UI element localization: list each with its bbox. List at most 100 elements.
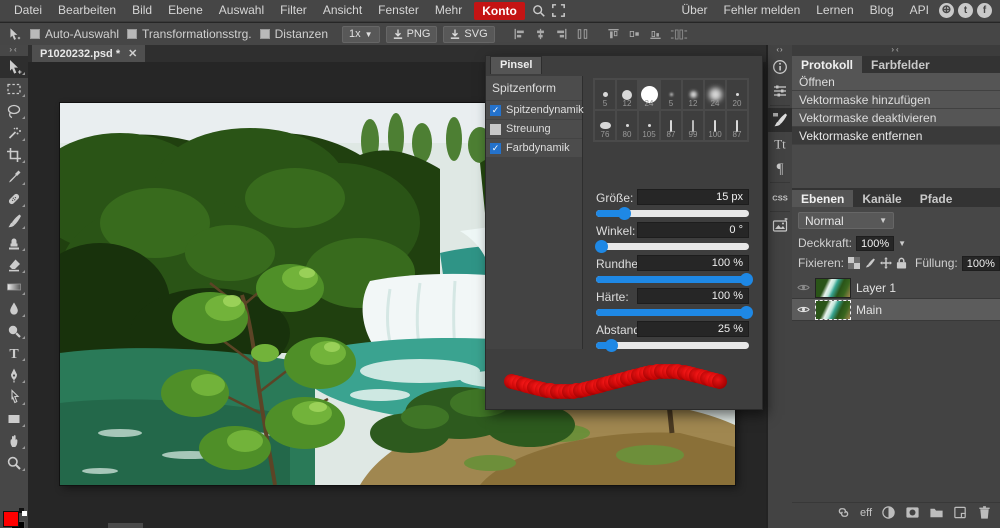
export-svg-button[interactable]: SVG [443,26,494,43]
slider-thumb[interactable] [595,240,608,253]
slider-thumb[interactable] [740,273,753,286]
lock-pixels-icon[interactable] [864,257,876,270]
brush-preset-24[interactable]: 24 [638,79,660,110]
align-center-icon[interactable] [534,28,547,40]
history-step[interactable]: Vektormaske deaktivieren [792,109,1000,127]
option-transformationsstrg[interactable]: Transformationsstrg. [127,27,252,41]
brush-preset-105[interactable]: 105 [638,110,660,141]
type-tool[interactable]: T [0,342,28,364]
distribute-v-icon[interactable] [670,29,688,40]
brush-preset-12[interactable]: 12 [616,79,638,110]
brush-preset-100[interactable]: 100 [704,110,726,141]
move-tool[interactable] [0,56,28,78]
brush-preset-87[interactable]: 87 [726,110,748,141]
slider-thumb[interactable] [605,339,618,352]
brush-preset-20[interactable]: 20 [726,79,748,110]
distribute-h-icon[interactable] [576,28,589,40]
brush-preset-12[interactable]: 12 [682,79,704,110]
folder-icon[interactable] [929,505,944,520]
menu-filter[interactable]: Filter [272,0,315,21]
toggle-streuung[interactable]: Streuung [486,120,582,138]
link-api[interactable]: API [904,0,935,21]
slider-track[interactable] [596,210,749,217]
opacity-dropdown-icon[interactable]: ▼ [898,239,906,248]
slider-thumb[interactable] [740,306,753,319]
menu-mehr[interactable]: Mehr [427,0,470,21]
menu-ebene[interactable]: Ebene [160,0,211,21]
pen-tool[interactable] [0,364,28,386]
delete-icon[interactable] [977,505,992,520]
checkbox-icon[interactable]: ✓ [490,105,501,116]
hand-tool[interactable] [0,430,28,452]
align-bottom-icon[interactable] [649,28,662,40]
brush-tool[interactable] [0,210,28,232]
history-step[interactable]: Vektormaske entfernen [792,127,1000,145]
slider-value-input[interactable]: 100 % [637,288,749,304]
fullscreen-icon[interactable] [549,3,569,19]
toggle-farbdynamik[interactable]: ✓Farbdynamik [486,139,582,157]
strip-collapse[interactable]: ‹› [768,45,792,55]
css-icon[interactable]: CSS [768,185,792,209]
brush-preset-5[interactable]: 5 [660,79,682,110]
lasso-tool[interactable] [0,100,28,122]
marquee-tool[interactable] [0,78,28,100]
layer-thumbnail[interactable] [816,301,850,319]
slider-thumb[interactable] [618,207,631,220]
tip-shape-item[interactable]: Spitzenform [486,76,582,100]
eyedropper-tool[interactable] [0,166,28,188]
slider-track[interactable] [596,309,749,316]
opacity-value[interactable]: 100% [856,236,894,251]
toggle-spitzendynamik[interactable]: ✓Spitzendynamik [486,101,582,119]
brush-preset-80[interactable]: 80 [616,110,638,141]
export-png-button[interactable]: PNG [386,26,438,43]
align-left-icon[interactable] [513,28,526,40]
layer-row[interactable]: Layer 1 [792,277,1000,299]
zoom-select[interactable]: 1x▼ [342,26,380,43]
align-right-icon[interactable] [555,28,568,40]
slider-track[interactable] [596,276,749,283]
brush-preset-87[interactable]: 87 [660,110,682,141]
history-step[interactable]: Öffnen [792,73,1000,91]
effects-button[interactable]: eff [860,507,872,519]
checkbox-icon[interactable] [260,29,270,39]
default-colors-icon[interactable] [19,508,27,516]
slider-value-input[interactable]: 0 ° [637,222,749,238]
foreground-color-swatch[interactable] [3,511,19,527]
dodge-tool[interactable] [0,320,28,342]
toolbar-collapse[interactable]: ›‹ [0,45,28,56]
link-icon[interactable] [836,505,851,520]
align-middle-icon[interactable] [628,28,641,40]
tab-ebenen[interactable]: Ebenen [792,190,853,207]
crop-tool[interactable] [0,144,28,166]
menu-ansicht[interactable]: Ansicht [315,0,370,21]
path-select-tool[interactable] [0,386,28,408]
slider-value-input[interactable]: 15 px [637,189,749,205]
link-blog[interactable]: Blog [864,0,900,21]
visibility-eye-icon[interactable] [796,283,810,292]
layer-thumbnail[interactable] [816,279,850,297]
adjustment-icon[interactable] [881,505,896,520]
slider-track[interactable] [596,342,749,349]
brush-preset-5[interactable]: 5 [594,79,616,110]
heal-tool[interactable] [0,188,28,210]
link-fehler-melden[interactable]: Fehler melden [718,0,807,21]
checkbox-icon[interactable] [127,29,137,39]
twitter-icon[interactable]: t [958,3,973,18]
menu-bearbeiten[interactable]: Bearbeiten [50,0,124,21]
menu-fenster[interactable]: Fenster [370,0,427,21]
panel-collapse[interactable]: ›‹ [792,45,1000,56]
adjustments-icon[interactable] [768,79,792,103]
menu-datei[interactable]: Datei [6,0,50,21]
fill-value[interactable]: 100% [962,256,1000,271]
new-layer-icon[interactable] [953,505,968,520]
checkbox-icon[interactable] [30,29,40,39]
tab-protokoll[interactable]: Protokoll [792,56,862,73]
tab-pfade[interactable]: Pfade [911,190,962,207]
eraser-tool[interactable] [0,254,28,276]
lock-all-icon[interactable] [896,257,907,270]
slider-value-input[interactable]: 25 % [637,321,749,337]
status-bar-chip[interactable] [108,523,143,528]
search-icon[interactable] [529,3,549,19]
paragraph-icon[interactable]: ¶ [768,156,792,180]
brush-preset-24[interactable]: 24 [704,79,726,110]
